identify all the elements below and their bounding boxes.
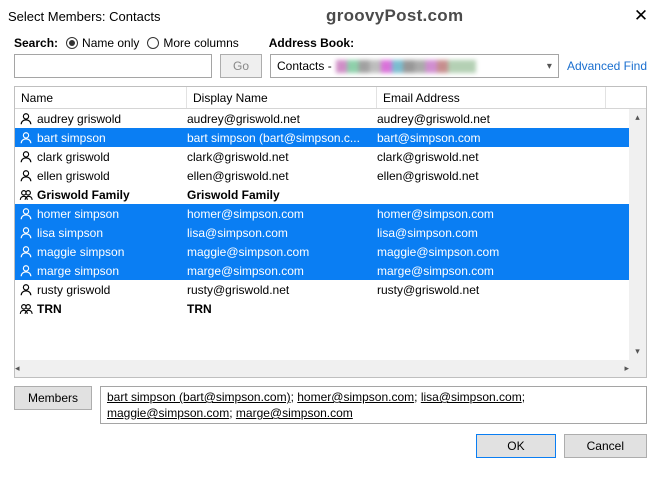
- cell-email: homer@simpson.com: [377, 207, 646, 221]
- table-row[interactable]: marge simpson marge@simpson.commarge@simp…: [15, 261, 646, 280]
- table-row[interactable]: maggie simpson maggie@simpson.commaggie@s…: [15, 242, 646, 261]
- cell-email: bart@simpson.com: [377, 131, 646, 145]
- chevron-down-icon: ▾: [547, 61, 552, 72]
- cell-display: TRN: [187, 302, 377, 316]
- cell-display: maggie@simpson.com: [187, 245, 377, 259]
- cell-name: rusty griswold: [37, 283, 110, 297]
- cell-display: bart simpson (bart@simpson.c...: [187, 131, 377, 145]
- go-button[interactable]: Go: [220, 54, 262, 78]
- cell-name: bart simpson: [37, 131, 106, 145]
- members-button[interactable]: Members: [14, 386, 92, 410]
- vertical-scrollbar[interactable]: ▴ ▾: [629, 109, 646, 360]
- table-row[interactable]: audrey griswold audrey@griswold.netaudrey…: [15, 109, 646, 128]
- person-icon: [19, 150, 33, 164]
- members-row: Members bart simpson (bart@simpson.com);…: [0, 378, 661, 424]
- cell-name: lisa simpson: [37, 226, 103, 240]
- cell-email: lisa@simpson.com: [377, 226, 646, 240]
- watermark: groovyPost.com: [326, 6, 463, 26]
- cell-display: ellen@griswold.net: [187, 169, 377, 183]
- table-row[interactable]: homer simpson homer@simpson.comhomer@simp…: [15, 204, 646, 223]
- cell-display: rusty@griswold.net: [187, 283, 377, 297]
- person-icon: [19, 226, 33, 240]
- person-icon: [19, 283, 33, 297]
- cell-name: ellen griswold: [37, 169, 110, 183]
- table-row[interactable]: ellen griswold ellen@griswold.netellen@gr…: [15, 166, 646, 185]
- col-display[interactable]: Display Name: [187, 87, 377, 108]
- dialog-buttons: OK Cancel: [0, 424, 661, 458]
- input-row: Go Contacts - ▾ Advanced Find: [0, 50, 661, 86]
- cancel-button[interactable]: Cancel: [564, 434, 647, 458]
- table-row[interactable]: clark griswold clark@griswold.netclark@gr…: [15, 147, 646, 166]
- cell-name: Griswold Family: [37, 188, 130, 202]
- cell-name: audrey griswold: [37, 112, 121, 126]
- cell-email: clark@griswold.net: [377, 150, 646, 164]
- window-title: Select Members: Contacts: [8, 9, 160, 24]
- members-field[interactable]: bart simpson (bart@simpson.com); homer@s…: [100, 386, 647, 424]
- cell-email: audrey@griswold.net: [377, 112, 646, 126]
- table-row[interactable]: TRN TRN: [15, 299, 646, 318]
- contacts-table: Name Display Name Email Address audrey g…: [14, 86, 647, 378]
- col-email[interactable]: Email Address: [377, 87, 606, 108]
- table-row[interactable]: bart simpson bart simpson (bart@simpson.c…: [15, 128, 646, 147]
- person-icon: [19, 112, 33, 126]
- col-name[interactable]: Name: [15, 87, 187, 108]
- cell-display: homer@simpson.com: [187, 207, 377, 221]
- person-icon: [19, 131, 33, 145]
- cell-email: marge@simpson.com: [377, 264, 646, 278]
- combo-text: Contacts -: [277, 59, 332, 73]
- cell-email: rusty@griswold.net: [377, 283, 646, 297]
- person-icon: [19, 169, 33, 183]
- address-book-label: Address Book:: [269, 36, 354, 50]
- group-icon: [19, 302, 33, 316]
- cell-name: TRN: [37, 302, 62, 316]
- search-label: Search:: [14, 36, 58, 50]
- scroll-right-icon[interactable]: ▸: [624, 360, 629, 377]
- cell-email: ellen@griswold.net: [377, 169, 646, 183]
- cell-name: maggie simpson: [37, 245, 124, 259]
- cell-name: clark griswold: [37, 150, 110, 164]
- col-spacer: [606, 87, 646, 108]
- table-row[interactable]: rusty griswold rusty@griswold.netrusty@gr…: [15, 280, 646, 299]
- close-icon[interactable]: ✕: [629, 6, 653, 26]
- cell-email: maggie@simpson.com: [377, 245, 646, 259]
- cell-display: audrey@griswold.net: [187, 112, 377, 126]
- redacted-text: [336, 60, 476, 73]
- address-book-combo[interactable]: Contacts - ▾: [270, 54, 559, 78]
- person-icon: [19, 245, 33, 259]
- radio-dot-icon: [66, 37, 78, 49]
- radio-dot-icon: [147, 37, 159, 49]
- radio-more-columns[interactable]: More columns: [147, 36, 238, 50]
- person-icon: [19, 264, 33, 278]
- scroll-down-icon[interactable]: ▾: [629, 343, 646, 360]
- cell-display: lisa@simpson.com: [187, 226, 377, 240]
- ok-button[interactable]: OK: [476, 434, 555, 458]
- table-body[interactable]: audrey griswold audrey@griswold.netaudrey…: [15, 109, 646, 377]
- cell-display: Griswold Family: [187, 188, 377, 202]
- table-row[interactable]: Griswold Family Griswold Family: [15, 185, 646, 204]
- person-icon: [19, 207, 33, 221]
- advanced-find-link[interactable]: Advanced Find: [567, 59, 647, 73]
- cell-name: marge simpson: [37, 264, 119, 278]
- cell-display: marge@simpson.com: [187, 264, 377, 278]
- table-header: Name Display Name Email Address: [15, 87, 646, 109]
- table-row[interactable]: lisa simpson lisa@simpson.comlisa@simpson…: [15, 223, 646, 242]
- scroll-up-icon[interactable]: ▴: [629, 109, 646, 126]
- titlebar: Select Members: Contacts groovyPost.com …: [0, 0, 661, 28]
- search-row: Search: Name only More columns Address B…: [0, 28, 661, 50]
- radio-name-only[interactable]: Name only: [66, 36, 139, 50]
- search-input[interactable]: [14, 54, 212, 78]
- horizontal-scrollbar[interactable]: ◂ ▸: [15, 360, 646, 377]
- group-icon: [19, 188, 33, 202]
- cell-name: homer simpson: [37, 207, 119, 221]
- cell-display: clark@griswold.net: [187, 150, 377, 164]
